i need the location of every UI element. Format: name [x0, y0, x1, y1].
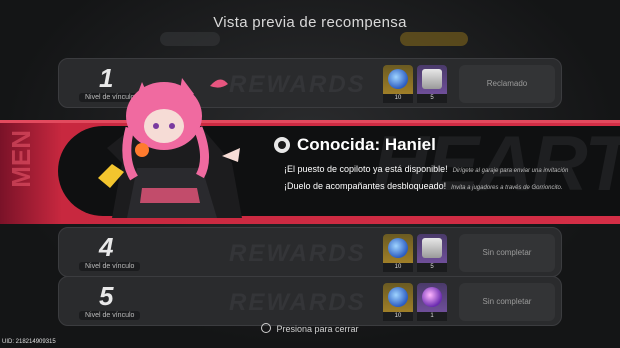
claim-status-button[interactable]: Sin completar: [459, 234, 555, 272]
bond-level-number: 5: [99, 281, 114, 311]
orb-icon: [422, 287, 442, 307]
reward-item[interactable]: 10: [383, 234, 413, 272]
rewards-watermark: REWARDS: [229, 289, 366, 316]
page-title: Vista previa de recompensa: [213, 14, 407, 31]
banner-message: ¡El puesto de copiloto ya está disponibl…: [284, 164, 569, 174]
card-icon: [422, 69, 442, 89]
gem-icon: [388, 287, 408, 307]
reward-item[interactable]: 10: [383, 283, 413, 321]
banner-side-text: MEN: [6, 130, 36, 188]
claim-status-button[interactable]: Reclamado: [459, 65, 555, 103]
user-id: UID: 218214909315: [2, 339, 56, 345]
claim-status-button[interactable]: Sin completar: [459, 283, 555, 321]
reward-item[interactable]: 10: [383, 65, 413, 103]
reward-row: 5 Nivel de vínculo REWARDS 10 1 Sin comp…: [58, 276, 562, 326]
reward-item[interactable]: 5: [417, 65, 447, 103]
close-prompt[interactable]: Presiona para cerrar: [0, 323, 620, 334]
bond-level-number: 4: [99, 232, 114, 262]
banner-message: ¡Duelo de acompañantes desbloqueado! Invi…: [284, 181, 563, 191]
top-left-button: [160, 32, 220, 46]
controller-button-icon: [261, 323, 272, 333]
rewards-watermark: REWARDS: [229, 240, 366, 267]
reward-item[interactable]: 1: [417, 283, 447, 321]
gem-icon: [388, 69, 408, 89]
top-right-button: [400, 32, 468, 46]
banner-headline: Conocida: Haniel: [297, 135, 436, 154]
card-icon: [422, 238, 442, 258]
reward-row: 4 Nivel de vínculo REWARDS 10 5 Sin comp…: [58, 227, 562, 277]
gem-icon: [388, 238, 408, 258]
reward-item[interactable]: 5: [417, 234, 447, 272]
bond-level-label: Nivel de vínculo: [79, 262, 141, 271]
character-portrait: [98, 78, 242, 218]
bond-level-label: Nivel de vínculo: [79, 311, 141, 320]
